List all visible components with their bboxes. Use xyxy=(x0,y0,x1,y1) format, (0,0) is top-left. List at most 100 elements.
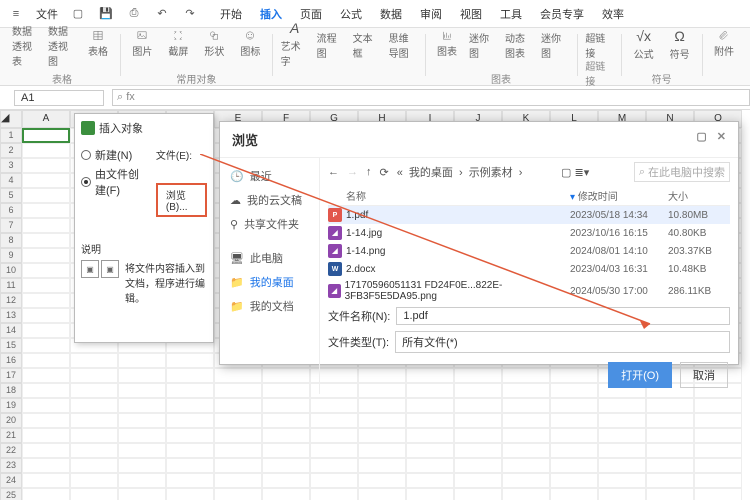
cell[interactable] xyxy=(118,443,166,458)
radio-new[interactable]: 新建(N) xyxy=(81,147,150,163)
cell[interactable] xyxy=(598,473,646,488)
save-icon[interactable]: 💾 xyxy=(98,6,114,22)
cell[interactable] xyxy=(310,488,358,500)
row-header[interactable]: 17 xyxy=(0,368,22,383)
file-row[interactable]: ◢1-14.jpg2023/10/16 16:1540.80KB xyxy=(328,224,730,242)
cell[interactable] xyxy=(406,488,454,500)
file-menu[interactable]: 文件 xyxy=(36,6,58,22)
cell[interactable] xyxy=(166,458,214,473)
cell[interactable] xyxy=(694,473,742,488)
sidebar-recent[interactable]: 🕒最近 xyxy=(220,164,319,188)
cell[interactable] xyxy=(22,218,70,233)
radio-from-file[interactable]: 由文件创建(F) xyxy=(81,166,150,198)
col-modtime[interactable]: ▾ 修改时间 xyxy=(570,188,668,203)
cell[interactable] xyxy=(454,428,502,443)
cell[interactable] xyxy=(214,398,262,413)
cell[interactable] xyxy=(22,368,70,383)
row-header[interactable]: 8 xyxy=(0,233,22,248)
cell[interactable] xyxy=(358,488,406,500)
new-icon[interactable]: ▢ xyxy=(70,6,86,22)
cell[interactable] xyxy=(502,458,550,473)
search-input[interactable]: ⌕在此电脑中搜索 xyxy=(634,162,730,182)
cell[interactable] xyxy=(454,413,502,428)
sidebar-mydocs[interactable]: 📁我的文档 xyxy=(220,294,319,318)
tab-tools[interactable]: 工具 xyxy=(500,6,522,22)
name-box[interactable]: A1 xyxy=(14,90,104,106)
cell[interactable] xyxy=(22,308,70,323)
cell[interactable] xyxy=(22,203,70,218)
cell[interactable] xyxy=(118,398,166,413)
row-header[interactable]: 12 xyxy=(0,293,22,308)
cell[interactable] xyxy=(22,473,70,488)
filetype-select[interactable]: 所有文件(*) xyxy=(395,331,730,353)
cell[interactable] xyxy=(262,473,310,488)
cell[interactable] xyxy=(406,428,454,443)
row-header[interactable]: 4 xyxy=(0,173,22,188)
cell[interactable] xyxy=(22,353,70,368)
file-row[interactable]: W2.docx2023/04/03 16:3110.48KB xyxy=(328,260,730,278)
cell[interactable] xyxy=(166,368,214,383)
cell[interactable] xyxy=(118,383,166,398)
cell[interactable] xyxy=(70,488,118,500)
nav-fwd-icon[interactable]: → xyxy=(347,166,358,178)
cell[interactable] xyxy=(262,458,310,473)
view-toggle-icon[interactable]: ▢ ≣▾ xyxy=(561,166,589,179)
cell[interactable] xyxy=(22,428,70,443)
cell[interactable] xyxy=(22,413,70,428)
row-header[interactable]: 18 xyxy=(0,383,22,398)
cell[interactable] xyxy=(70,368,118,383)
sidebar-mycloud[interactable]: ☁我的云文稿 xyxy=(220,188,319,212)
col-header[interactable]: A xyxy=(22,110,70,128)
cell[interactable] xyxy=(166,428,214,443)
table-button[interactable]: 表格 xyxy=(84,30,112,58)
row-header[interactable]: 10 xyxy=(0,263,22,278)
cell[interactable] xyxy=(502,443,550,458)
cell[interactable] xyxy=(406,398,454,413)
cell[interactable] xyxy=(358,458,406,473)
sidebar-shared[interactable]: ⚲共享文件夹 xyxy=(220,212,319,236)
cell[interactable] xyxy=(262,413,310,428)
cell[interactable] xyxy=(550,488,598,500)
screenshot-button[interactable]: 截屏 xyxy=(164,30,192,58)
cell[interactable] xyxy=(22,293,70,308)
cell[interactable] xyxy=(22,323,70,338)
row-header[interactable]: 9 xyxy=(0,248,22,263)
chart-button[interactable]: 图表 xyxy=(433,30,461,58)
cell[interactable] xyxy=(70,398,118,413)
row-header[interactable]: 19 xyxy=(0,398,22,413)
cell[interactable] xyxy=(598,488,646,500)
tab-page[interactable]: 页面 xyxy=(300,6,322,22)
cell[interactable] xyxy=(262,488,310,500)
filename-input[interactable]: 1.pdf xyxy=(396,307,730,325)
file-row[interactable]: P1.pdf2023/05/18 14:3410.80MB xyxy=(328,206,730,224)
cell[interactable] xyxy=(454,458,502,473)
cell[interactable] xyxy=(22,383,70,398)
cell[interactable] xyxy=(166,488,214,500)
cell[interactable] xyxy=(406,413,454,428)
col-name[interactable]: 名称 xyxy=(328,188,570,203)
cell[interactable] xyxy=(166,443,214,458)
file-row[interactable]: ◢1-14.png2024/08/01 14:10203.37KB xyxy=(328,242,730,260)
cell[interactable] xyxy=(70,413,118,428)
cell[interactable] xyxy=(118,368,166,383)
print-icon[interactable]: ⎙ xyxy=(126,6,142,22)
cell[interactable] xyxy=(22,443,70,458)
cell[interactable] xyxy=(406,473,454,488)
cell[interactable] xyxy=(70,383,118,398)
row-header[interactable]: 23 xyxy=(0,458,22,473)
tab-formula[interactable]: 公式 xyxy=(340,6,362,22)
cell[interactable] xyxy=(214,428,262,443)
select-all-corner[interactable]: ◢ xyxy=(0,110,22,128)
textbox-button[interactable]: A文本框 xyxy=(353,30,381,58)
cell[interactable] xyxy=(22,143,70,158)
cell[interactable] xyxy=(550,428,598,443)
flowchart-button[interactable]: 流程图 xyxy=(317,30,345,58)
cell[interactable] xyxy=(310,473,358,488)
cell[interactable] xyxy=(694,488,742,500)
cell[interactable] xyxy=(262,428,310,443)
row-header[interactable]: 11 xyxy=(0,278,22,293)
cell[interactable] xyxy=(502,398,550,413)
cell[interactable] xyxy=(22,278,70,293)
dynamic-chart-button[interactable]: 动态图表 xyxy=(505,30,533,58)
cell[interactable] xyxy=(22,173,70,188)
